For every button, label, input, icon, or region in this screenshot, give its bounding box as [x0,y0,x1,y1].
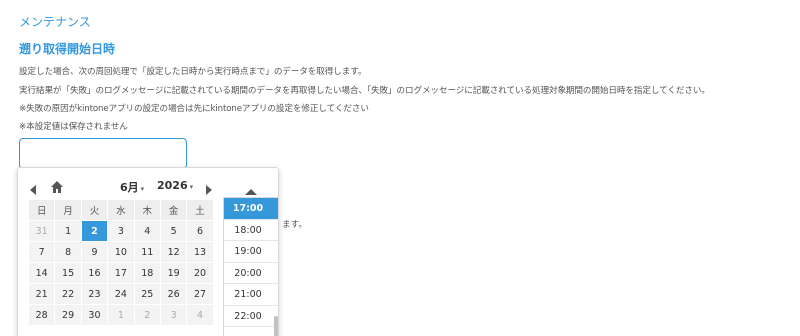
calendar-day[interactable]: 22 [54,283,82,305]
prev-month-icon[interactable] [28,181,38,195]
datetime-picker: 6月 ▾ 2026 ▾ 日 月 火 水 木 金 土 31 1 2 3 4 5 6… [17,167,279,336]
obscured-text-tail: ます。 [282,220,307,230]
calendar-week: 14 15 16 17 18 19 20 [27,262,214,284]
calendar-day[interactable]: 23 [80,283,109,305]
calendar-day[interactable]: 1 [54,220,82,242]
weekday-wed: 水 [107,199,135,221]
calendar-day[interactable]: 30 [80,304,109,326]
calendar-week: 31 1 2 3 4 5 6 [27,220,214,242]
calendar-day[interactable]: 26 [159,283,188,305]
calendar-day-outside[interactable]: 4 [186,304,214,326]
year-select[interactable]: 2026 ▾ [157,179,193,192]
time-list[interactable]: 17:00 18:00 19:00 20:00 21:00 22:00 [223,197,279,336]
calendar-week: 28 29 30 1 2 3 4 [27,304,214,326]
field-title: 遡り取得開始日時 [19,42,116,56]
calendar-day[interactable]: 16 [80,262,109,284]
next-month-icon[interactable] [204,181,214,195]
calendar-day-outside[interactable]: 31 [27,220,56,242]
calendar-day[interactable]: 7 [27,241,56,263]
calendar-day-selected[interactable]: 2 [80,220,109,242]
calendar-day[interactable]: 20 [186,262,214,284]
calendar-week: 7 8 9 10 11 12 13 [27,241,214,263]
datetime-input[interactable] [19,138,187,169]
calendar-day[interactable]: 10 [107,241,135,263]
field-note-2: ※本設定値は保存されません [19,122,128,132]
calendar-day-outside[interactable]: 2 [133,304,161,326]
calendar-day[interactable]: 5 [159,220,188,242]
chevron-down-icon: ▾ [140,185,145,193]
calendar-day[interactable]: 29 [54,304,82,326]
calendar-day[interactable]: 28 [27,304,56,326]
field-description-2: 実行結果が「失敗」のログメッセージに記載されている期間のデータを再取得したい場合… [19,86,710,96]
calendar-day[interactable]: 18 [133,262,161,284]
calendar-day[interactable]: 21 [27,283,56,305]
calendar-grid: 日 月 火 水 木 金 土 31 1 2 3 4 5 6 7 8 9 10 11… [27,199,214,326]
calendar-day[interactable]: 17 [107,262,135,284]
time-option[interactable]: 21:00 [224,284,278,306]
time-option[interactable]: 19:00 [224,241,278,263]
calendar-day[interactable]: 27 [186,283,214,305]
calendar-day[interactable]: 4 [133,220,161,242]
time-scrollbar[interactable] [274,316,278,336]
weekday-thu: 木 [133,199,161,221]
calendar-day[interactable]: 3 [107,220,135,242]
calendar-day[interactable]: 14 [27,262,56,284]
time-column: 17:00 18:00 19:00 20:00 21:00 22:00 [223,168,280,336]
calendar-day[interactable]: 25 [133,283,161,305]
time-scroll-up-icon[interactable] [243,182,259,195]
weekday-mon: 月 [54,199,82,221]
calendar-week: 21 22 23 24 25 26 27 [27,283,214,305]
field-description-1: 設定した場合、次の周回処理で「設定した日時から実行時点まで」のデータを取得します… [19,67,367,77]
calendar-day[interactable]: 12 [159,241,188,263]
year-label: 2026 [157,179,188,192]
time-option-selected[interactable]: 17:00 [224,198,278,220]
field-note-1: ※失敗の原因がkintoneアプリの設定の場合は先にkintoneアプリの設定を… [19,104,369,114]
calendar-day[interactable]: 6 [186,220,214,242]
calendar-day[interactable]: 8 [54,241,82,263]
calendar-day[interactable]: 15 [54,262,82,284]
calendar-day-outside[interactable]: 3 [159,304,188,326]
time-option[interactable]: 20:00 [224,263,278,284]
time-scroll-down-icon[interactable] [243,331,259,336]
calendar-day[interactable]: 11 [133,241,161,263]
section-title: メンテナンス [19,15,91,29]
weekday-fri: 金 [159,199,188,221]
time-option[interactable]: 22:00 [224,306,278,327]
calendar-day[interactable]: 24 [107,283,135,305]
weekday-sat: 土 [186,199,214,221]
calendar-day[interactable]: 19 [159,262,188,284]
weekday-sun: 日 [27,199,56,221]
weekday-header-row: 日 月 火 水 木 金 土 [27,199,214,221]
month-label: 6月 [120,181,139,194]
chevron-down-icon: ▾ [189,183,194,191]
home-icon[interactable] [50,179,64,193]
month-select[interactable]: 6月 ▾ [120,179,144,195]
calendar-day[interactable]: 9 [80,241,109,263]
time-option[interactable]: 18:00 [224,220,278,241]
weekday-tue: 火 [80,199,109,221]
calendar-day[interactable]: 13 [186,241,214,263]
calendar-day-outside[interactable]: 1 [107,304,135,326]
